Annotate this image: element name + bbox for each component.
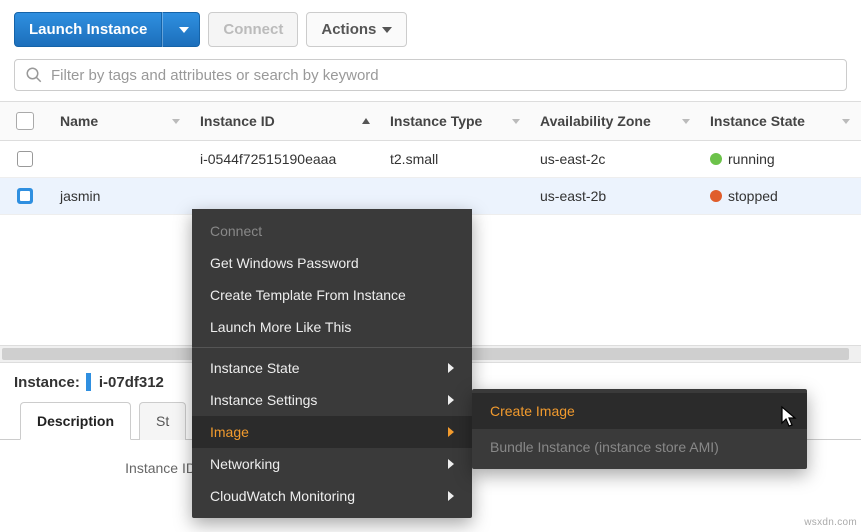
detail-instance-id: i-07df312: [99, 374, 164, 391]
connect-button: Connect: [208, 12, 298, 47]
ctx-get-windows-password[interactable]: Get Windows Password: [192, 247, 472, 279]
actions-label: Actions: [321, 21, 376, 38]
status-stopped-icon: [710, 190, 722, 202]
launch-instance-label: Launch Instance: [29, 21, 147, 38]
cell-instance-id: i-0544f72515190eaaa: [200, 151, 336, 167]
status-running-icon: [710, 153, 722, 165]
actions-button[interactable]: Actions: [306, 12, 407, 47]
chevron-right-icon: [448, 459, 454, 469]
instances-table: Name Instance ID Instance Type Availabil…: [0, 101, 861, 215]
detail-label: Instance:: [14, 374, 80, 391]
column-header-availability-zone[interactable]: Availability Zone: [530, 102, 700, 140]
cell-state: stopped: [728, 188, 778, 204]
menu-separator: [192, 347, 472, 348]
search-icon: [25, 66, 43, 84]
sort-icon: [842, 119, 850, 124]
cell-availability-zone: us-east-2b: [540, 188, 606, 204]
caret-down-icon: [382, 27, 392, 33]
ctx-image[interactable]: Image: [192, 416, 472, 448]
ctx-create-template[interactable]: Create Template From Instance: [192, 279, 472, 311]
table-header-row: Name Instance ID Instance Type Availabil…: [0, 102, 861, 141]
search-box[interactable]: [14, 59, 847, 91]
desc-instance-id-label: Instance ID: [40, 460, 210, 476]
column-header-instance-state[interactable]: Instance State: [700, 102, 860, 140]
ctx-cloudwatch-monitoring[interactable]: CloudWatch Monitoring: [192, 480, 472, 512]
tab-status-checks[interactable]: St: [139, 402, 186, 440]
cell-availability-zone: us-east-2c: [540, 151, 605, 167]
context-submenu-image: Create Image Bundle Instance (instance s…: [472, 389, 807, 469]
context-menu: Connect Get Windows Password Create Temp…: [192, 209, 472, 518]
header-select-all[interactable]: [0, 102, 50, 140]
ctx-connect: Connect: [192, 215, 472, 247]
chevron-right-icon: [448, 395, 454, 405]
column-header-name[interactable]: Name: [50, 102, 190, 140]
chevron-right-icon: [448, 491, 454, 501]
column-header-instance-id[interactable]: Instance ID: [190, 102, 380, 140]
checkbox-icon: [16, 112, 34, 130]
sort-icon: [512, 119, 520, 124]
sort-icon: [682, 119, 690, 124]
launch-instance-caret-button[interactable]: [162, 12, 200, 47]
chevron-right-icon: [448, 363, 454, 373]
subctx-bundle-instance: Bundle Instance (instance store AMI): [472, 429, 807, 465]
cell-name: jasmin: [60, 188, 100, 204]
ctx-instance-settings[interactable]: Instance Settings: [192, 384, 472, 416]
row-checkbox[interactable]: [17, 151, 33, 167]
subctx-create-image[interactable]: Create Image: [472, 393, 807, 429]
sort-icon: [172, 119, 180, 124]
column-header-instance-type[interactable]: Instance Type: [380, 102, 530, 140]
ctx-networking[interactable]: Networking: [192, 448, 472, 480]
ctx-launch-more[interactable]: Launch More Like This: [192, 311, 472, 343]
row-checkbox[interactable]: [17, 188, 33, 204]
connect-label: Connect: [223, 21, 283, 38]
table-row[interactable]: i-0544f72515190eaaa t2.small us-east-2c …: [0, 141, 861, 178]
selection-marker-icon: [86, 373, 91, 391]
caret-down-icon: [179, 27, 189, 33]
ctx-instance-state[interactable]: Instance State: [192, 352, 472, 384]
launch-instance-button[interactable]: Launch Instance: [14, 12, 162, 47]
launch-instance-split-button: Launch Instance: [14, 12, 200, 47]
cell-state: running: [728, 151, 775, 167]
sort-asc-icon: [362, 118, 370, 124]
watermark: wsxdn.com: [804, 517, 857, 528]
cell-instance-type: t2.small: [390, 151, 438, 167]
chevron-right-icon: [448, 427, 454, 437]
search-input[interactable]: [51, 67, 836, 84]
tab-description[interactable]: Description: [20, 402, 131, 440]
